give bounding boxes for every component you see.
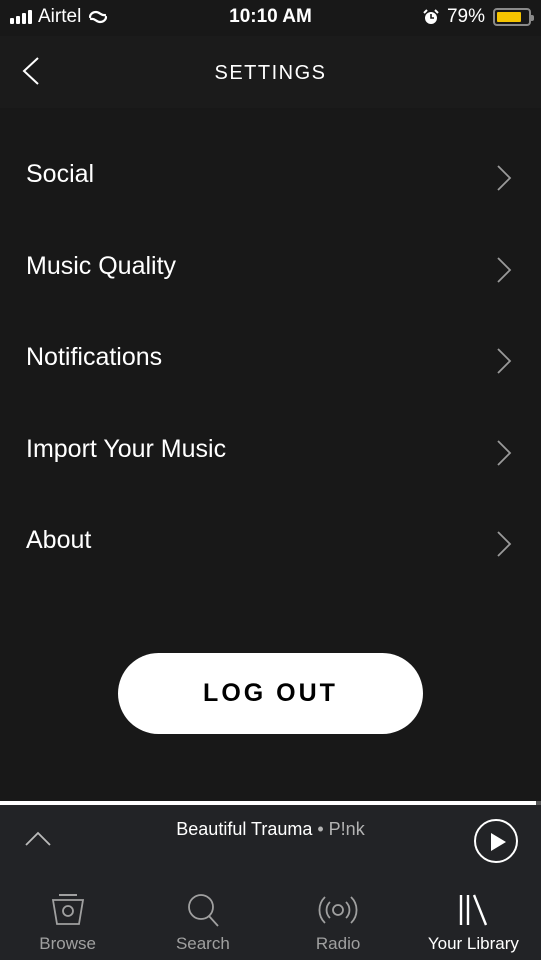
settings-list: Social Music Quality Notifications Impor… <box>0 132 541 590</box>
tab-label: Radio <box>315 934 361 953</box>
settings-item-import-your-music[interactable]: Import Your Music <box>0 407 541 499</box>
playback-progress-fill <box>0 801 536 805</box>
settings-item-notifications[interactable]: Notifications <box>0 315 541 407</box>
play-button[interactable] <box>474 819 518 863</box>
library-icon <box>460 894 488 926</box>
now-playing-bar[interactable]: Beautiful Trauma • P!nk <box>0 801 541 880</box>
chevron-right-icon <box>497 256 512 283</box>
chevron-right-icon <box>497 165 512 191</box>
settings-item-label: Music Quality <box>26 251 177 280</box>
chevron-right-icon <box>497 348 512 374</box>
status-bar: Airtel 10:10 AM 79% <box>0 0 541 36</box>
header: SETTINGS <box>0 36 541 108</box>
settings-item-label: About <box>26 526 92 554</box>
battery-fill <box>497 12 521 22</box>
settings-item-about[interactable]: About <box>0 498 541 590</box>
now-playing-track: Beautiful Trauma • P!nk <box>0 819 541 840</box>
tab-browse[interactable]: Browse <box>0 880 135 960</box>
alarm-icon <box>423 9 439 24</box>
track-title: Beautiful Trauma <box>176 819 313 839</box>
tab-search[interactable]: Search <box>135 880 270 960</box>
chevron-right-icon <box>497 439 512 466</box>
search-icon <box>187 894 219 927</box>
settings-item-label: Import Your Music <box>26 434 227 463</box>
tab-label: Search <box>175 934 230 953</box>
tab-label: Browse <box>39 934 96 953</box>
battery-percent: 79% <box>446 6 485 27</box>
page-title: SETTINGS <box>214 62 327 84</box>
battery-icon <box>493 8 534 26</box>
status-right: 79% <box>423 6 534 28</box>
browse-icon <box>51 894 84 925</box>
tab-bar: Browse Search Radio Your Library <box>0 880 541 960</box>
track-separator: • <box>312 819 329 839</box>
tab-your-library[interactable]: Your Library <box>406 880 541 960</box>
track-artist: P!nk <box>328 819 365 839</box>
tab-radio[interactable]: Radio <box>271 880 406 960</box>
settings-item-social[interactable]: Social <box>0 132 541 224</box>
play-icon <box>491 833 506 851</box>
chevron-right-icon <box>497 531 512 557</box>
logout-button[interactable]: LOG OUT <box>118 653 423 734</box>
settings-item-music-quality[interactable]: Music Quality <box>0 224 541 316</box>
radio-icon <box>318 896 358 924</box>
tab-label: Your Library <box>427 934 519 953</box>
settings-item-label: Social <box>26 160 95 188</box>
settings-item-label: Notifications <box>26 343 163 371</box>
playback-progress-bar <box>0 801 541 805</box>
